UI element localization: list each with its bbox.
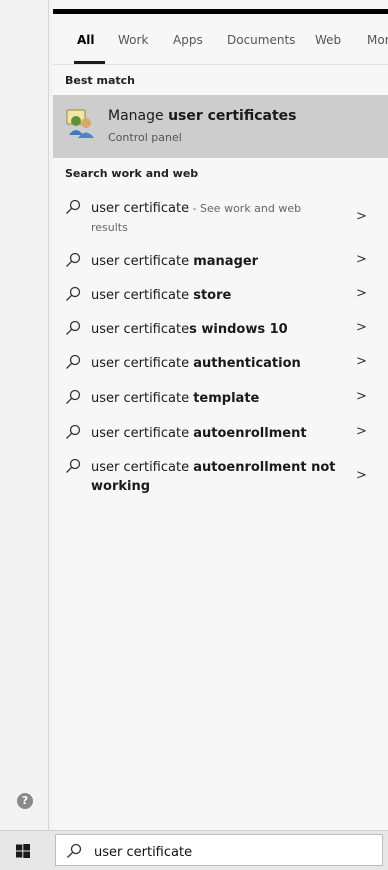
taskbar-search-box[interactable] [55,834,383,866]
help-icon[interactable]: ? [17,793,33,809]
suggestion-item[interactable]: user certificate autoenrollment > [53,424,388,448]
chevron-right-icon: > [356,354,367,369]
windows-start-icon[interactable] [16,844,30,858]
tab-more[interactable]: Mor [367,33,388,47]
active-tab-indicator [74,61,105,64]
search-icon [67,843,82,858]
search-icon [66,389,81,404]
chevron-right-icon: > [356,424,367,439]
chevron-right-icon: > [356,286,367,301]
search-icon [66,458,81,473]
search-icon [66,354,81,369]
suggestion-text: user certificate autoenrollment not work… [91,460,336,494]
users-certificate-icon [66,109,94,138]
chevron-right-icon: > [356,320,367,335]
tab-all[interactable]: All [77,33,95,47]
search-icon [66,286,81,301]
suggestion-text: user certificate template [91,391,260,406]
scope-tabs: All Work Apps Documents Web Mor [53,14,388,65]
suggestion-item[interactable]: user certificates windows 10 > [53,320,388,344]
taskbar [0,830,388,870]
search-results-panel: All Work Apps Documents Web Mor Best mat… [53,0,388,830]
best-match-subtitle: Control panel [108,131,182,144]
chevron-right-icon: > [356,209,367,224]
tab-documents[interactable]: Documents [227,33,295,47]
suggestion-text: user certificate authentication [91,356,301,371]
chevron-right-icon: > [356,389,367,404]
search-icon [66,199,81,214]
suggestion-text: user certificate - See work and web resu… [91,201,302,234]
best-match-result[interactable]: Manage user certificates Control panel [53,95,388,158]
best-match-header: Best match [65,74,135,87]
best-match-title: Manage user certificates [108,108,297,124]
suggestion-item[interactable]: user certificate store > [53,286,388,310]
tab-apps[interactable]: Apps [173,33,203,47]
search-icon [66,320,81,335]
suggestion-item[interactable]: user certificate autoenrollment not work… [53,458,388,498]
suggestion-item[interactable]: user certificate manager > [53,252,388,276]
search-work-web-header: Search work and web [65,167,199,180]
suggestion-item[interactable]: user certificate - See work and web resu… [53,199,388,239]
left-rail: ? [0,0,49,830]
suggestion-text: user certificates windows 10 [91,322,288,337]
suggestion-text: user certificate store [91,288,232,303]
tab-work[interactable]: Work [118,33,148,47]
tab-web[interactable]: Web [315,33,341,47]
suggestion-text: user certificate manager [91,254,259,269]
chevron-right-icon: > [356,468,367,483]
suggestion-text: user certificate autoenrollment [91,426,307,441]
search-input[interactable] [92,841,376,863]
suggestion-item[interactable]: user certificate authentication > [53,354,388,378]
suggestion-item[interactable]: user certificate template > [53,389,388,413]
chevron-right-icon: > [356,252,367,267]
search-icon [66,252,81,267]
search-icon [66,424,81,439]
